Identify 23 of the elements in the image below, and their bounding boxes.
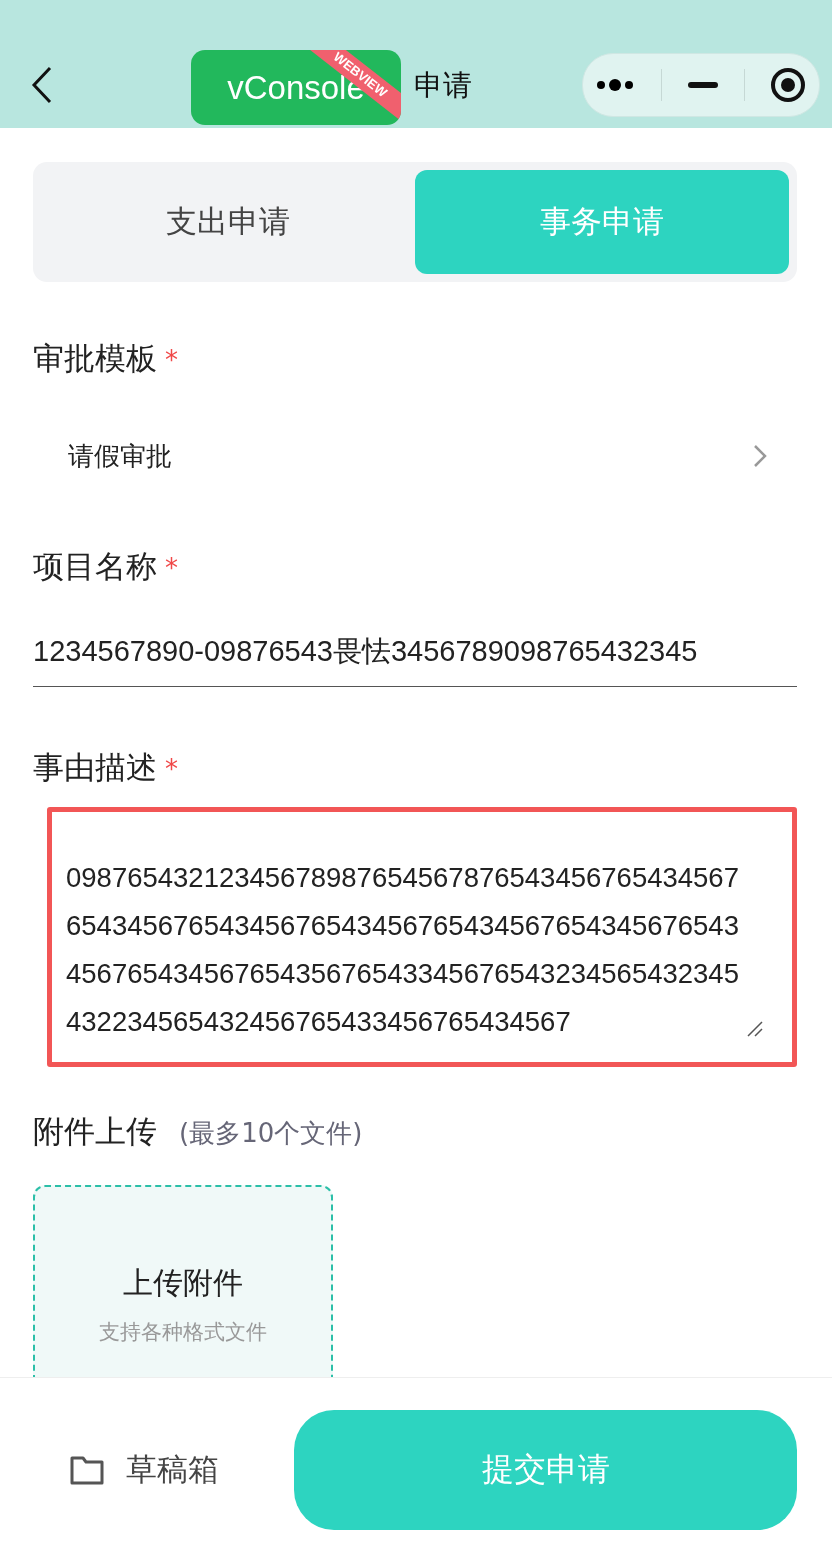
required-mark: * (165, 754, 178, 784)
input-field[interactable]: 1234567890-09876543畏怯3456789098765432345 (33, 590, 797, 687)
close-icon[interactable] (770, 67, 807, 103)
field-hint: (最多10个文件) (179, 1117, 363, 1150)
field-label: 附件上传 (33, 1112, 157, 1151)
chevron-right-icon (753, 444, 767, 468)
picker-value: 请假审批 (68, 439, 172, 473)
text-area[interactable]: 09876543212345678987654567876543456765434567 65434567654345676543456765434567654345676543 45676543456765435676543345676543234565432345 432234565432456765433456765434567 (47, 807, 797, 1067)
minimize-icon[interactable] (688, 82, 718, 88)
resize-handle-icon[interactable] (746, 1020, 764, 1038)
drafts-button[interactable]: 草稿箱 (70, 1449, 294, 1491)
required-mark: * (165, 345, 178, 375)
field-label: 事由描述 (33, 748, 157, 787)
field-label: 审批模板 (33, 339, 157, 378)
page-title: 申请 (414, 67, 472, 104)
upload-card[interactable]: 上传附件 支持各种格式文件 (33, 1185, 333, 1377)
back-icon[interactable] (30, 66, 54, 104)
field-label: 项目名称 (33, 547, 157, 586)
tab[interactable]: 支出申请 (41, 170, 415, 274)
more-icon[interactable] (595, 78, 636, 92)
folder-icon (70, 1455, 104, 1485)
required-mark: * (165, 553, 178, 583)
template-picker[interactable]: 请假审批 (33, 426, 797, 486)
